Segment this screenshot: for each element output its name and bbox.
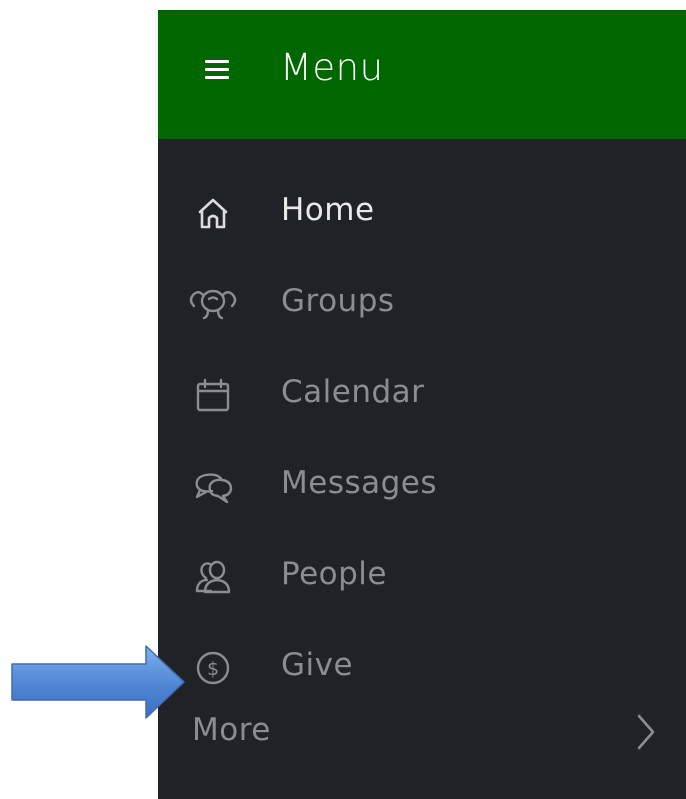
- side-menu-panel: Menu Home Groups Calendar Messages Peopl…: [158, 10, 686, 799]
- nav-item-label: Calendar: [281, 374, 425, 410]
- nav-item-label: Home: [281, 192, 375, 228]
- more-label: More: [192, 712, 271, 748]
- svg-text:$: $: [207, 658, 219, 680]
- hamburger-line: [205, 68, 229, 71]
- home-icon: [186, 196, 240, 230]
- nav-item-messages[interactable]: Messages: [158, 441, 686, 532]
- people-icon: [186, 560, 240, 594]
- hamburger-line: [205, 76, 229, 79]
- more-menu-item[interactable]: More: [158, 699, 686, 759]
- nav-item-people[interactable]: People: [158, 532, 686, 623]
- arrow-right-icon: [0, 644, 188, 720]
- hamburger-icon[interactable]: [205, 57, 229, 79]
- nav-list: Home Groups Calendar Messages People $ G…: [158, 168, 686, 714]
- nav-item-label: Give: [281, 647, 354, 683]
- nav-item-label: Messages: [281, 465, 438, 501]
- menu-header: Menu: [158, 10, 686, 139]
- nav-item-label: Groups: [281, 283, 395, 319]
- nav-item-label: People: [281, 556, 387, 592]
- messages-icon: [186, 469, 240, 503]
- hamburger-line: [205, 60, 229, 63]
- nav-item-home[interactable]: Home: [158, 168, 686, 259]
- nav-item-calendar[interactable]: Calendar: [158, 350, 686, 441]
- menu-title: Menu: [280, 46, 384, 89]
- calendar-icon: [186, 378, 240, 412]
- screenshot-stage: Menu Home Groups Calendar Messages Peopl…: [0, 0, 686, 799]
- groups-icon: [186, 287, 240, 321]
- chevron-right-icon: [634, 713, 658, 751]
- nav-item-groups[interactable]: Groups: [158, 259, 686, 350]
- dollar-icon: $: [186, 651, 240, 685]
